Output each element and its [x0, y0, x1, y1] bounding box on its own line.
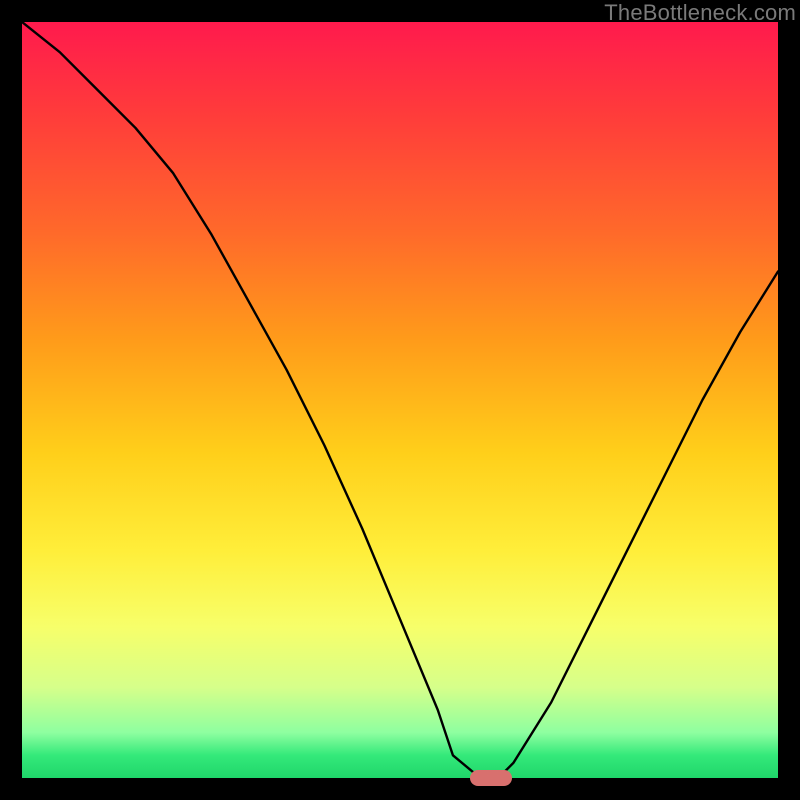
watermark-text: TheBottleneck.com — [604, 0, 796, 26]
optimal-marker — [470, 770, 512, 786]
bottleneck-curve — [22, 22, 778, 778]
plot-area — [22, 22, 778, 778]
chart-frame: TheBottleneck.com — [0, 0, 800, 800]
